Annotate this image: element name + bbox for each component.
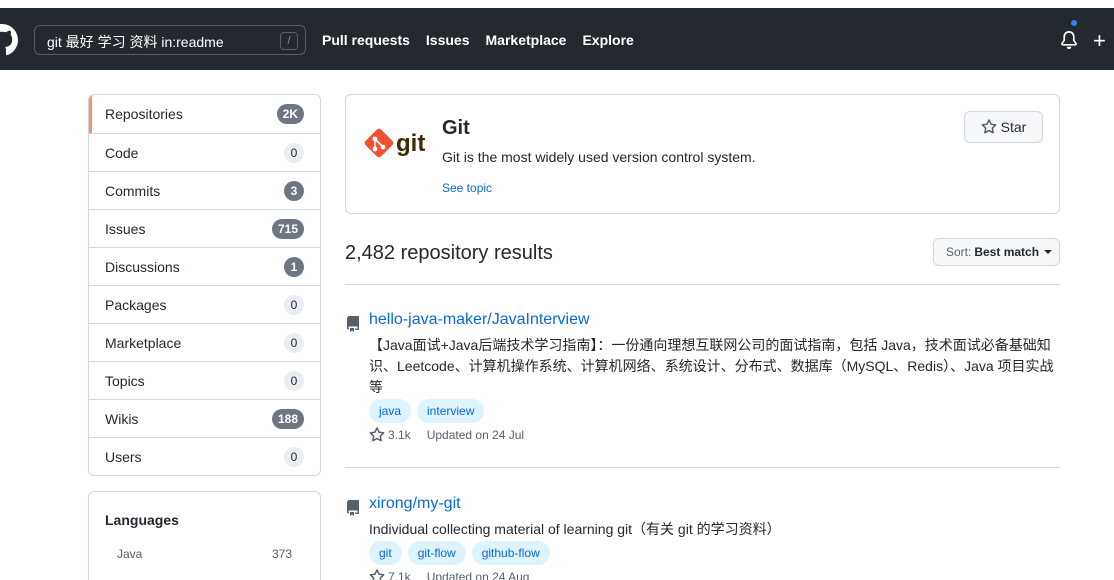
search-type-menu: Repositories 2K Code 0 Commits 3 Issues … bbox=[88, 94, 321, 476]
topic-title[interactable]: Git bbox=[442, 117, 470, 140]
global-nav: Pull requests Issues Marketplace Explore bbox=[322, 32, 634, 48]
menu-item-count: 0 bbox=[284, 295, 304, 315]
menu-item-label: Code bbox=[105, 144, 139, 161]
repo-icon bbox=[347, 500, 359, 516]
sort-dropdown[interactable]: Sort: Best match bbox=[933, 238, 1060, 266]
topic-tag[interactable]: github-flow bbox=[471, 541, 550, 565]
language-item-java[interactable]: Java bbox=[117, 547, 142, 561]
topic-tags: java interview bbox=[369, 399, 485, 423]
menu-item-packages[interactable]: Packages 0 bbox=[89, 285, 320, 323]
topic-tag[interactable]: interview bbox=[417, 399, 485, 423]
git-logo-icon: git bbox=[364, 128, 425, 158]
menu-item-count: 188 bbox=[271, 409, 304, 429]
topic-tag[interactable]: java bbox=[369, 399, 412, 423]
star-icon bbox=[369, 427, 385, 442]
topic-tag[interactable]: git-flow bbox=[407, 541, 466, 565]
slash-shortcut-badge: / bbox=[280, 32, 298, 50]
nav-issues[interactable]: Issues bbox=[426, 32, 470, 48]
repo-meta: 7.1k Updated on 24 Aug bbox=[369, 569, 529, 580]
menu-item-count: 0 bbox=[284, 447, 304, 467]
menu-item-label: Packages bbox=[105, 296, 167, 313]
repo-name-link[interactable]: hello-java-maker/JavaInterview bbox=[369, 311, 590, 329]
menu-item-label: Topics bbox=[105, 372, 145, 389]
topic-description: Git is the most widely used version cont… bbox=[442, 149, 756, 165]
menu-item-count: 2K bbox=[276, 104, 304, 124]
menu-item-commits[interactable]: Commits 3 bbox=[89, 171, 320, 209]
repo-result: hello-java-maker/JavaInterview 【Java面试+J… bbox=[345, 311, 1060, 451]
star-count: 7.1k bbox=[388, 570, 411, 580]
menu-item-label: Wikis bbox=[105, 410, 139, 427]
menu-item-users[interactable]: Users 0 bbox=[89, 437, 320, 475]
nav-pull-requests[interactable]: Pull requests bbox=[322, 32, 410, 48]
languages-title: Languages bbox=[105, 512, 179, 528]
repo-stars[interactable]: 7.1k bbox=[369, 569, 411, 580]
star-topic-button[interactable]: Star bbox=[964, 111, 1043, 143]
repo-result: xirong/my-git Individual collecting mate… bbox=[345, 495, 1060, 580]
menu-item-code[interactable]: Code 0 bbox=[89, 133, 320, 171]
menu-item-label: Commits bbox=[105, 182, 161, 199]
repo-name-link[interactable]: xirong/my-git bbox=[369, 495, 461, 513]
sort-value: Best match bbox=[974, 245, 1040, 259]
menu-item-label: Users bbox=[105, 448, 142, 465]
caret-down-icon bbox=[1044, 250, 1053, 254]
sort-label: Sort: bbox=[946, 245, 972, 259]
menu-item-count: 0 bbox=[284, 371, 304, 391]
github-logo-icon[interactable] bbox=[0, 24, 18, 56]
search-query-text: git 最好 学习 资料 in:readme bbox=[47, 34, 224, 50]
menu-item-label: Marketplace bbox=[105, 334, 182, 351]
star-icon bbox=[981, 119, 997, 134]
see-topic-link[interactable]: See topic bbox=[442, 181, 492, 195]
notification-dot bbox=[1069, 18, 1079, 28]
menu-item-label: Discussions bbox=[105, 258, 180, 275]
results-count-heading: 2,482 repository results bbox=[345, 242, 553, 264]
menu-item-topics[interactable]: Topics 0 bbox=[89, 361, 320, 399]
menu-item-repositories[interactable]: Repositories 2K bbox=[89, 95, 320, 133]
divider bbox=[345, 467, 1060, 468]
repo-meta: 3.1k Updated on 24 Jul bbox=[369, 427, 524, 443]
topic-tags: git git-flow github-flow bbox=[369, 541, 550, 565]
star-button-label: Star bbox=[1000, 119, 1027, 135]
menu-item-count: 0 bbox=[284, 333, 304, 353]
updated-date: Updated on 24 Jul bbox=[426, 428, 525, 442]
menu-item-count: 715 bbox=[271, 219, 304, 239]
top-header: git 最好 学习 资料 in:readme / Pull requests I… bbox=[0, 8, 1114, 70]
search-input[interactable]: git 最好 学习 资料 in:readme / bbox=[34, 25, 306, 55]
menu-item-count: 1 bbox=[284, 257, 304, 277]
menu-item-label: Issues bbox=[105, 220, 146, 237]
repo-stars[interactable]: 3.1k bbox=[369, 427, 411, 443]
nav-explore[interactable]: Explore bbox=[582, 32, 633, 48]
menu-item-issues[interactable]: Issues 715 bbox=[89, 209, 320, 247]
repo-description: 【Java面试+Java后端技术学习指南】：一份通向理想互联网公司的面试指南，包… bbox=[369, 337, 1054, 395]
topic-card: git Git Git is the most widely used vers… bbox=[345, 94, 1060, 214]
topic-tag[interactable]: git bbox=[369, 541, 402, 565]
languages-panel: Languages Java 373 bbox=[88, 491, 321, 580]
star-count: 3.1k bbox=[388, 428, 411, 442]
repo-description: Individual collecting material of learni… bbox=[369, 521, 781, 537]
git-logo-wordmark: git bbox=[396, 130, 425, 157]
repo-icon bbox=[347, 316, 359, 332]
menu-item-discussions[interactable]: Discussions 1 bbox=[89, 247, 320, 285]
star-icon bbox=[369, 569, 385, 580]
menu-item-wikis[interactable]: Wikis 188 bbox=[89, 399, 320, 437]
divider bbox=[345, 284, 1060, 285]
language-count: 373 bbox=[271, 547, 292, 561]
menu-item-label: Repositories bbox=[105, 106, 183, 122]
bell-icon[interactable] bbox=[1060, 30, 1078, 50]
plus-icon[interactable]: + bbox=[1093, 30, 1106, 52]
menu-item-marketplace[interactable]: Marketplace 0 bbox=[89, 323, 320, 361]
updated-date: Updated on 24 Aug bbox=[426, 570, 530, 580]
nav-marketplace[interactable]: Marketplace bbox=[486, 32, 567, 48]
menu-item-count: 3 bbox=[284, 181, 304, 201]
menu-item-count: 0 bbox=[284, 143, 304, 163]
